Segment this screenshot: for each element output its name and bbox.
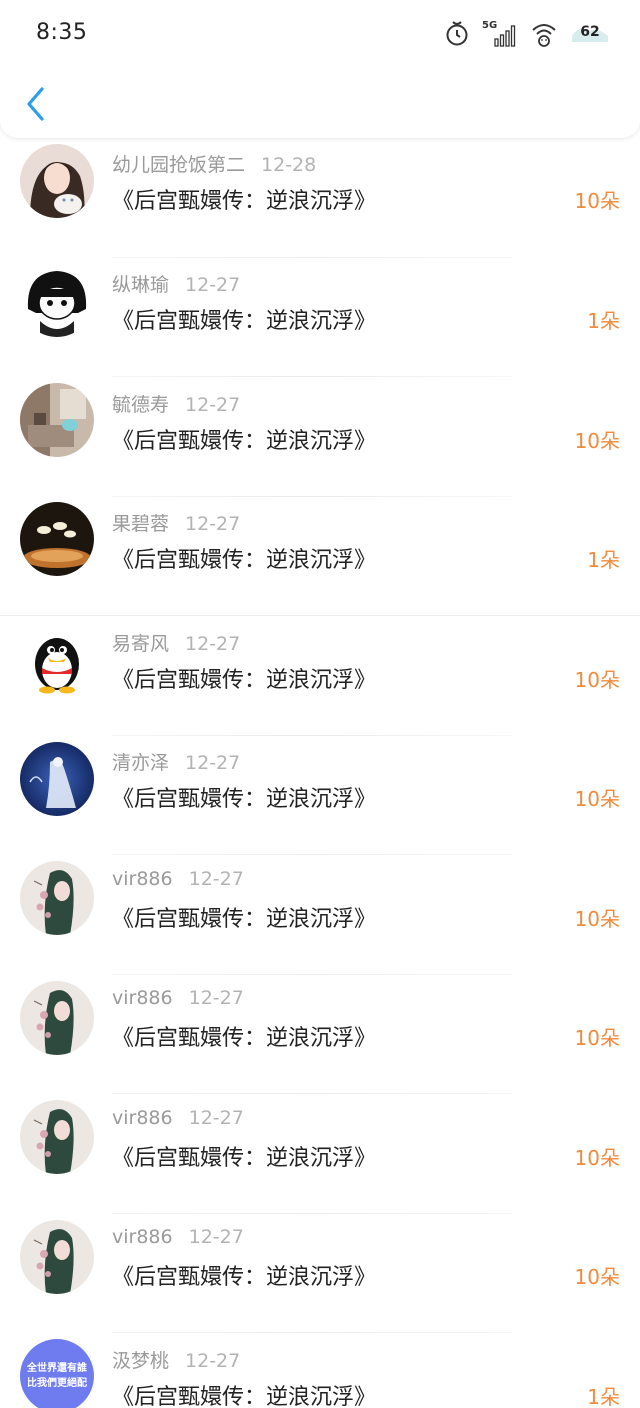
gift-row[interactable]: vir886 12-27 《后宫甄嬛传：逆浪沉浮》 10朵 <box>0 975 640 1094</box>
sender-line: 毓德寿 12-27 <box>112 390 240 417</box>
signal-5g-icon: 5G <box>482 20 516 47</box>
gift-date: 12-28 <box>261 154 317 176</box>
flower-count: 10朵 <box>574 1265 620 1289</box>
avatar[interactable] <box>20 742 94 816</box>
book-title[interactable]: 《后宫甄嬛传：逆浪沉浮》 <box>112 901 376 933</box>
top-bar: 8:35 5G 62 <box>0 0 640 138</box>
chevron-left-icon <box>27 87 44 121</box>
gift-row[interactable]: vir886 12-27 《后宫甄嬛传：逆浪沉浮》 10朵 <box>0 1094 640 1214</box>
sender-name[interactable]: vir886 <box>112 868 173 890</box>
sender-line: 果碧蓉 12-27 <box>112 509 240 536</box>
sender-line: 纵琳瑜 12-27 <box>112 270 240 297</box>
avatar[interactable] <box>20 1220 94 1294</box>
book-title[interactable]: 《后宫甄嬛传：逆浪沉浮》 <box>112 1020 376 1052</box>
avatar[interactable] <box>20 861 94 935</box>
flower-count: 10朵 <box>574 429 620 453</box>
sender-line: vir886 12-27 <box>112 868 244 890</box>
flower-count: 10朵 <box>574 787 620 811</box>
gift-date: 12-27 <box>188 1226 244 1248</box>
sender-line: 幼儿园抢饭第二 12-28 <box>112 150 316 177</box>
svg-text:全世界還有誰: 全世界還有誰 <box>26 1361 87 1374</box>
flower-count: 10朵 <box>574 1026 620 1050</box>
gift-date: 12-27 <box>185 274 241 296</box>
gift-row[interactable]: 纵琳瑜 12-27 《后宫甄嬛传：逆浪沉浮》 1朵 <box>0 258 640 377</box>
sender-line: 清亦泽 12-27 <box>112 748 240 775</box>
sender-line: vir886 12-27 <box>112 1226 244 1248</box>
flower-count: 1朵 <box>587 548 620 572</box>
sender-name[interactable]: 纵琳瑜 <box>112 274 169 296</box>
book-title[interactable]: 《后宫甄嬛传：逆浪沉浮》 <box>112 423 376 455</box>
gift-date: 12-27 <box>188 987 244 1009</box>
avatar[interactable] <box>20 622 94 696</box>
sender-name[interactable]: 清亦泽 <box>112 752 169 774</box>
gift-row[interactable]: 果碧蓉 12-27 《后宫甄嬛传：逆浪沉浮》 1朵 <box>0 497 640 616</box>
book-title[interactable]: 《后宫甄嬛传：逆浪沉浮》 <box>112 781 376 813</box>
avatar[interactable] <box>20 1100 94 1174</box>
avatar[interactable] <box>20 981 94 1055</box>
battery-level: 62 <box>580 24 600 40</box>
gift-date: 12-27 <box>185 633 241 655</box>
status-time: 8:35 <box>36 20 88 45</box>
book-title[interactable]: 《后宫甄嬛传：逆浪沉浮》 <box>112 662 376 694</box>
sender-line: vir886 12-27 <box>112 987 244 1009</box>
gift-row[interactable]: 毓德寿 12-27 《后宫甄嬛传：逆浪沉浮》 10朵 <box>0 377 640 497</box>
sender-line: 易寄风 12-27 <box>112 629 240 656</box>
sender-line: vir886 12-27 <box>112 1107 244 1129</box>
svg-text:比我們更絕配: 比我們更絕配 <box>27 1376 87 1389</box>
svg-text:5G: 5G <box>482 20 497 31</box>
sender-name[interactable]: vir886 <box>112 1226 173 1248</box>
gift-date: 12-27 <box>188 1107 244 1129</box>
book-title[interactable]: 《后宫甄嬛传：逆浪沉浮》 <box>112 1259 376 1291</box>
avatar[interactable] <box>20 502 94 576</box>
book-title[interactable]: 《后宫甄嬛传：逆浪沉浮》 <box>112 303 376 335</box>
flower-count: 1朵 <box>587 1385 620 1408</box>
sender-name[interactable]: vir886 <box>112 987 173 1009</box>
flower-count: 10朵 <box>574 189 620 213</box>
wifi-icon <box>532 24 556 47</box>
sender-name[interactable]: 幼儿园抢饭第二 <box>112 154 245 176</box>
book-title[interactable]: 《后宫甄嬛传：逆浪沉浮》 <box>112 183 376 215</box>
timer-icon <box>446 21 468 46</box>
sender-name[interactable]: 汲梦桃 <box>112 1350 169 1372</box>
back-button[interactable] <box>20 84 54 124</box>
sender-name[interactable]: 易寄风 <box>112 633 169 655</box>
gift-date: 12-27 <box>185 1350 241 1372</box>
gift-row[interactable]: 清亦泽 12-27 《后宫甄嬛传：逆浪沉浮》 10朵 <box>0 736 640 855</box>
sender-name[interactable]: 毓德寿 <box>112 394 169 416</box>
gift-row[interactable]: 全世界還有誰 比我們更絕配 汲梦桃 12-27 《后宫甄嬛传：逆浪沉浮》 1朵 <box>0 1333 640 1408</box>
sender-name[interactable]: vir886 <box>112 1107 173 1129</box>
sender-name[interactable]: 果碧蓉 <box>112 513 169 535</box>
gift-date: 12-27 <box>185 752 241 774</box>
book-title[interactable]: 《后宫甄嬛传：逆浪沉浮》 <box>112 1379 376 1408</box>
avatar[interactable] <box>20 383 94 457</box>
flower-count: 10朵 <box>574 668 620 692</box>
gift-row[interactable]: 易寄风 12-27 《后宫甄嬛传：逆浪沉浮》 10朵 <box>0 616 640 736</box>
flower-count: 10朵 <box>574 907 620 931</box>
gift-row[interactable]: vir886 12-27 《后宫甄嬛传：逆浪沉浮》 10朵 <box>0 1214 640 1333</box>
battery-icon: 62 <box>570 20 610 46</box>
status-icons: 5G 62 <box>444 18 610 48</box>
sender-line: 汲梦桃 12-27 <box>112 1346 240 1373</box>
book-title[interactable]: 《后宫甄嬛传：逆浪沉浮》 <box>112 1140 376 1172</box>
flower-count: 1朵 <box>587 309 620 333</box>
avatar[interactable] <box>20 263 94 337</box>
book-title[interactable]: 《后宫甄嬛传：逆浪沉浮》 <box>112 542 376 574</box>
flower-count: 10朵 <box>574 1146 620 1170</box>
avatar[interactable]: 全世界還有誰 比我們更絕配 <box>20 1339 94 1408</box>
gift-date: 12-27 <box>188 868 244 890</box>
gift-date: 12-27 <box>185 513 241 535</box>
gift-date: 12-27 <box>185 394 241 416</box>
gift-row[interactable]: 幼儿园抢饭第二 12-28 《后宫甄嬛传：逆浪沉浮》 10朵 <box>0 138 640 258</box>
gift-row[interactable]: vir886 12-27 《后宫甄嬛传：逆浪沉浮》 10朵 <box>0 855 640 975</box>
avatar[interactable] <box>20 144 94 218</box>
